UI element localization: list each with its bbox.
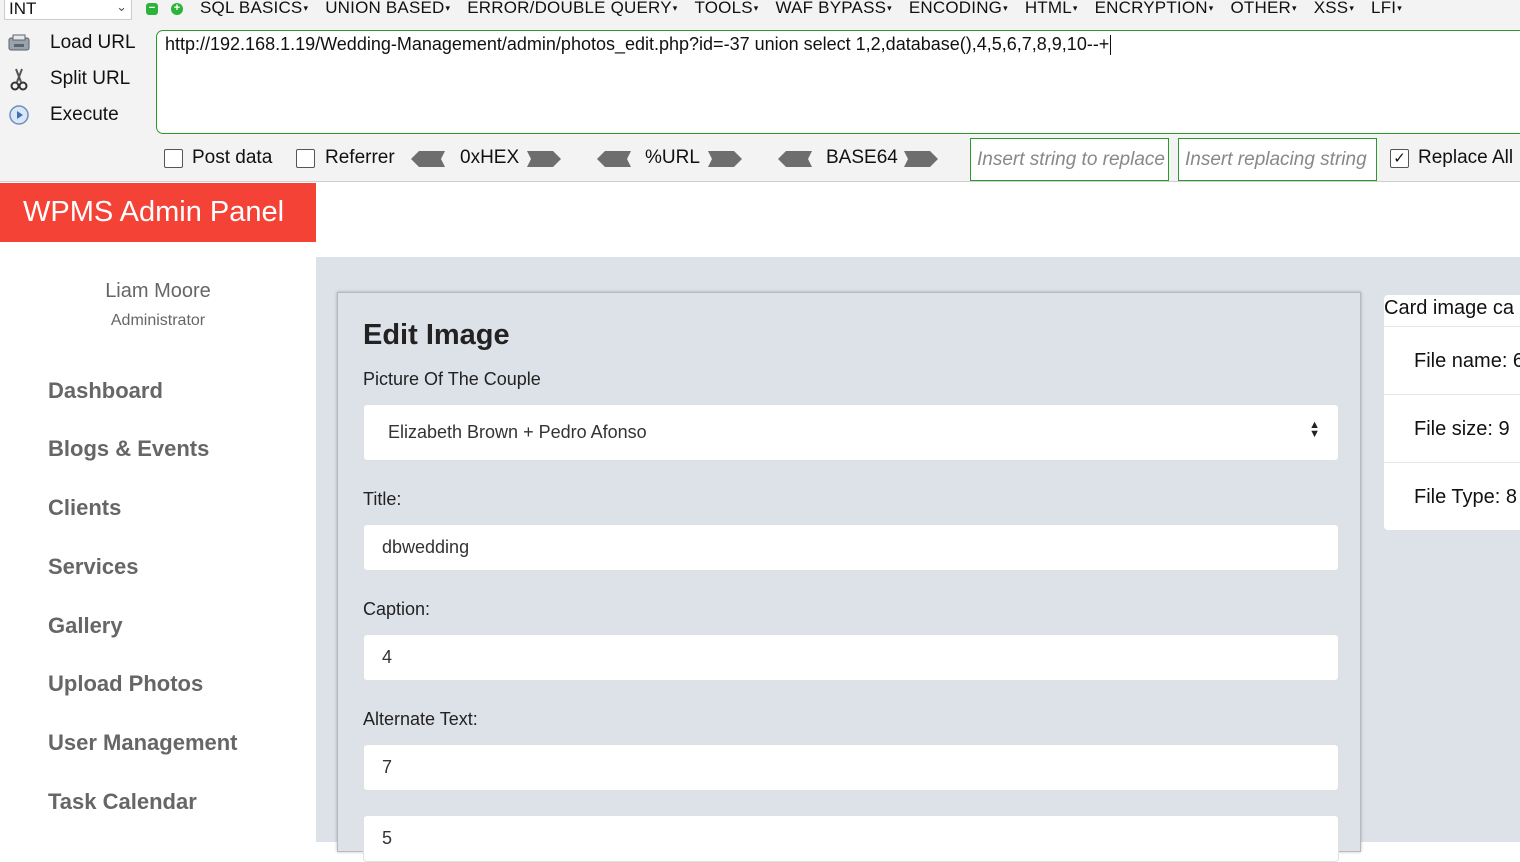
load-url-button[interactable]: Load URL xyxy=(6,28,136,58)
text-cursor xyxy=(1110,35,1112,56)
sidebar-item-blogs-events[interactable]: Blogs & Events xyxy=(48,436,209,462)
couple-label: Picture Of The Couple xyxy=(363,369,541,389)
play-icon xyxy=(6,103,32,127)
sidebar-item-clients[interactable]: Clients xyxy=(48,495,121,521)
sidebar-item-gallery[interactable]: Gallery xyxy=(48,613,123,639)
edit-image-card: Edit Image Picture Of The Couple Elizabe… xyxy=(337,292,1361,862)
file-type-row: File Type: 8 xyxy=(1384,462,1520,530)
url-text: http://192.168.1.19/Wedding-Management/a… xyxy=(165,34,1110,54)
caption-label: Caption: xyxy=(363,599,431,619)
sidebar-item-user-management[interactable]: User Management xyxy=(48,730,238,756)
image-info-card: Card image ca File name: 6 File size: 9 … xyxy=(1384,295,1520,530)
file-size-row: File size: 9 xyxy=(1384,394,1520,462)
sort-arrows-icon: ▲ ▼ xyxy=(1309,419,1320,440)
post-data-checkbox[interactable] xyxy=(164,149,183,168)
couple-select-value: Elizabeth Brown + Pedro Afonso xyxy=(388,422,647,442)
hex-encode-arrow-icon[interactable] xyxy=(527,151,561,167)
sidebar-item-upload-photos[interactable]: Upload Photos xyxy=(48,671,203,697)
post-data-label: Post data xyxy=(192,147,273,168)
injection-type-value: INT xyxy=(9,0,37,18)
alt-text-label: Alternate Text: xyxy=(363,709,478,729)
hackbar-toolbar: INT ⌄ − + SQL BASICS▾ UNION BASED▾ ERROR… xyxy=(0,0,1520,182)
sidebar-item-services[interactable]: Services xyxy=(48,554,139,580)
execute-label: Execute xyxy=(50,104,119,125)
replace-string-input[interactable]: Insert string to replace xyxy=(970,138,1169,181)
title-input[interactable]: dbwedding xyxy=(363,524,1339,571)
hex-label: 0xHEX xyxy=(460,147,520,168)
menu-xss[interactable]: XSS▾ xyxy=(1314,0,1354,18)
zoom-in-icon[interactable]: + xyxy=(171,3,183,15)
menu-sql-basics[interactable]: SQL BASICS▾ xyxy=(200,0,308,18)
url-encode-arrow-icon[interactable] xyxy=(708,151,742,167)
chevron-down-icon: ⌄ xyxy=(116,0,127,14)
url-textarea[interactable]: http://192.168.1.19/Wedding-Management/a… xyxy=(156,30,1520,134)
referrer-checkbox[interactable] xyxy=(296,149,315,168)
menu-waf-bypass[interactable]: WAF BYPASS▾ xyxy=(776,0,892,18)
replace-all-label: Replace All xyxy=(1418,147,1514,168)
sidebar-item-dashboard[interactable]: Dashboard xyxy=(48,378,163,404)
split-url-label: Split URL xyxy=(50,68,131,89)
user-name: Liam Moore xyxy=(105,280,211,302)
hackbar-menu: SQL BASICS▾ UNION BASED▾ ERROR/DOUBLE QU… xyxy=(200,0,1419,18)
split-url-button[interactable]: Split URL xyxy=(6,64,130,94)
menu-encryption[interactable]: ENCRYPTION▾ xyxy=(1095,0,1214,18)
load-url-label: Load URL xyxy=(50,32,136,53)
menu-html[interactable]: HTML▾ xyxy=(1025,0,1078,18)
menu-lfi[interactable]: LFI▾ xyxy=(1371,0,1402,18)
top-navbar xyxy=(316,183,1520,257)
file-name-row: File name: 6 xyxy=(1384,326,1520,394)
next-field-input[interactable]: 5 xyxy=(363,815,1339,862)
referrer-label: Referrer xyxy=(325,147,395,168)
sidebar: Liam Moore Administrator Dashboard Blogs… xyxy=(0,242,316,842)
menu-encoding[interactable]: ENCODING▾ xyxy=(909,0,1008,18)
replace-all-checkbox[interactable]: ✓ xyxy=(1390,149,1409,168)
menu-error-double-query[interactable]: ERROR/DOUBLE QUERY▾ xyxy=(467,0,677,18)
hex-decode-arrow-icon[interactable] xyxy=(411,151,445,167)
scissors-icon xyxy=(6,67,32,91)
base64-encode-arrow-icon[interactable] xyxy=(904,151,938,167)
brand-logo[interactable]: WPMS Admin Panel xyxy=(0,183,316,242)
zoom-out-icon[interactable]: − xyxy=(146,3,158,15)
couple-select[interactable]: Elizabeth Brown + Pedro Afonso ▲ ▼ xyxy=(363,404,1339,461)
menu-other[interactable]: OTHER▾ xyxy=(1230,0,1296,18)
menu-union-based[interactable]: UNION BASED▾ xyxy=(325,0,450,18)
injection-type-select[interactable]: INT ⌄ xyxy=(4,0,132,20)
sidebar-item-task-calendar[interactable]: Task Calendar xyxy=(48,789,197,815)
base64-label: BASE64 xyxy=(826,147,898,168)
alt-text-input[interactable]: 7 xyxy=(363,744,1339,791)
load-url-icon xyxy=(6,31,32,55)
caption-input[interactable]: 4 xyxy=(363,634,1339,681)
title-label: Title: xyxy=(363,489,402,509)
user-role: Administrator xyxy=(110,312,206,329)
card-image-caption: Card image ca xyxy=(1384,297,1515,319)
execute-button[interactable]: Execute xyxy=(6,100,119,130)
base64-decode-arrow-icon[interactable] xyxy=(778,151,812,167)
menu-tools[interactable]: TOOLS▾ xyxy=(694,0,758,18)
url-decode-arrow-icon[interactable] xyxy=(597,151,631,167)
page-title: Edit Image xyxy=(363,319,510,351)
url-encode-label: %URL xyxy=(645,147,700,168)
replacing-string-input[interactable]: Insert replacing string xyxy=(1178,138,1377,181)
